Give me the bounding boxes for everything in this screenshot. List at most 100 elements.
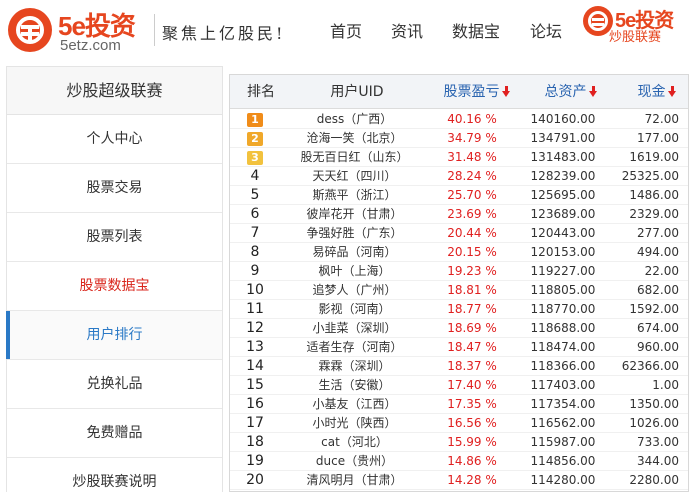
profit-cell: 18.81 % — [447, 283, 497, 297]
user-uid-cell[interactable]: duce（贵州） — [282, 452, 427, 471]
col-uid: 用户UID — [330, 84, 384, 100]
user-uid-cell[interactable]: 股无百日红（山东） — [282, 148, 427, 167]
nav-data[interactable]: 数据宝 — [452, 18, 500, 42]
sidebar-item-user-ranking[interactable]: 用户排行 — [6, 311, 222, 360]
user-uid-cell[interactable]: 小基友（江西） — [282, 395, 427, 414]
table-row: 2 沧海一笑（北京） 34.79 % 134791.00 177.00 — [230, 129, 688, 148]
table-body: 1 dess（广西） 40.16 % 140160.00 72.00 2 沧海一笑（北京） 3… — [230, 110, 688, 490]
sidebar-item-redeem-gifts[interactable]: 兑换礼品 — [7, 360, 222, 409]
assets-cell: 118474.00 — [530, 340, 596, 354]
table-row: 11 影视（河南） 18.77 % 118770.00 1592.00 — [230, 300, 688, 319]
sidebar-item-personal-center[interactable]: 个人中心 — [7, 115, 222, 164]
user-uid-cell[interactable]: 追梦人（广州） — [282, 281, 427, 300]
rank-medal-icon: 2 — [247, 132, 263, 146]
cash-cell: 25325.00 — [621, 169, 679, 183]
col-cash[interactable]: 现金 — [624, 75, 688, 109]
nav-forum[interactable]: 论坛 — [530, 18, 562, 42]
col-cash-label: 现金 — [637, 84, 666, 100]
profit-cell: 18.37 % — [447, 359, 497, 373]
site-logo[interactable]: 5e投资 5etz.com — [8, 6, 158, 56]
cash-cell: 674.00 — [637, 321, 679, 335]
cash-cell: 1486.00 — [629, 188, 679, 202]
profit-cell: 20.15 % — [447, 245, 497, 259]
table-row: 20 清风明月（甘肃） 14.28 % 114280.00 2280.00 — [230, 471, 688, 490]
col-assets-label: 总资产 — [544, 84, 587, 100]
assets-cell: 125695.00 — [530, 188, 596, 202]
cash-cell: 22.00 — [644, 264, 679, 278]
rank-cell: 19 — [246, 453, 264, 469]
cash-cell: 1350.00 — [629, 397, 679, 411]
logo-mark-icon — [8, 8, 52, 52]
user-uid-cell[interactable]: 彼岸花开（甘肃） — [282, 205, 427, 224]
profit-cell: 17.40 % — [447, 378, 497, 392]
table-row: 10 追梦人（广州） 18.81 % 118805.00 682.00 — [230, 281, 688, 300]
user-uid-cell[interactable]: 小时光（陕西） — [282, 414, 427, 433]
ranking-table: 排名 用户UID 股票盈亏 总资产 现金 1 dess（广西） 40.16 % 140… — [229, 74, 689, 492]
table-row: 1 dess（广西） 40.16 % 140160.00 72.00 — [230, 110, 688, 129]
assets-cell: 117354.00 — [530, 397, 596, 411]
user-uid-cell[interactable]: 枫叶（上海） — [282, 262, 427, 281]
sidebar-item-league-rules[interactable]: 炒股联赛说明 — [7, 458, 222, 492]
user-uid-cell[interactable]: dess（广西） — [282, 110, 427, 129]
rank-cell: 18 — [246, 434, 264, 450]
user-uid-cell[interactable]: 小韭菜（深圳） — [282, 319, 427, 338]
user-uid-cell[interactable]: 天天红（四川） — [282, 167, 427, 186]
nav-home[interactable]: 首页 — [330, 18, 362, 42]
table-row: 4 天天红（四川） 28.24 % 128239.00 25325.00 — [230, 167, 688, 186]
sidebar-item-stock-data[interactable]: 股票数据宝 — [7, 262, 222, 311]
profit-cell: 28.24 % — [447, 169, 497, 183]
rank-medal-icon: 3 — [247, 151, 263, 165]
profit-cell: 23.69 % — [447, 207, 497, 221]
table-row: 13 适者生存（河南） 18.47 % 118474.00 960.00 — [230, 338, 688, 357]
table-row: 5 斯燕平（浙江） 25.70 % 125695.00 1486.00 — [230, 186, 688, 205]
cash-cell: 1619.00 — [629, 150, 679, 164]
user-uid-cell[interactable]: 清风明月（甘肃） — [282, 471, 427, 490]
cash-cell: 682.00 — [637, 283, 679, 297]
profit-cell: 17.35 % — [447, 397, 497, 411]
sidebar-item-free-gifts[interactable]: 免费赠品 — [7, 409, 222, 458]
nav-news[interactable]: 资讯 — [391, 18, 423, 42]
assets-cell: 118366.00 — [530, 359, 596, 373]
rank-cell: 7 — [250, 225, 260, 241]
assets-cell: 118805.00 — [530, 283, 596, 297]
cash-cell: 277.00 — [637, 226, 679, 240]
league-logo[interactable]: 5e投资 炒股联赛 — [583, 6, 689, 52]
cash-cell: 72.00 — [644, 112, 679, 126]
assets-cell: 117403.00 — [530, 378, 596, 392]
profit-cell: 19.23 % — [447, 264, 497, 278]
profit-cell: 14.28 % — [447, 473, 497, 487]
user-uid-cell[interactable]: 影视（河南） — [282, 300, 427, 319]
sidebar-item-stock-trading[interactable]: 股票交易 — [7, 164, 222, 213]
user-uid-cell[interactable]: 斯燕平（浙江） — [282, 186, 427, 205]
sidebar-item-stock-list[interactable]: 股票列表 — [7, 213, 222, 262]
rank-cell: 12 — [246, 320, 264, 336]
profit-cell: 34.79 % — [447, 131, 497, 145]
col-assets[interactable]: 总资产 — [530, 75, 612, 109]
cash-cell: 2280.00 — [629, 473, 679, 487]
profit-cell: 16.56 % — [447, 416, 497, 430]
user-uid-cell[interactable]: cat（河北） — [282, 433, 427, 452]
rank-cell: 5 — [250, 187, 260, 203]
col-rank: 排名 — [247, 84, 275, 100]
logo-domain: 5etz.com — [60, 37, 121, 54]
user-uid-cell[interactable]: 生活（安徽） — [282, 376, 427, 395]
rank-cell: 1 — [230, 110, 280, 129]
assets-cell: 116562.00 — [530, 416, 596, 430]
user-uid-cell[interactable]: 争强好胜（广东） — [282, 224, 427, 243]
assets-cell: 131483.00 — [530, 150, 596, 164]
cash-cell: 1026.00 — [629, 416, 679, 430]
user-uid-cell[interactable]: 适者生存（河南） — [282, 338, 427, 357]
table-row: 7 争强好胜（广东） 20.44 % 120443.00 277.00 — [230, 224, 688, 243]
rank-cell: 8 — [250, 244, 260, 260]
col-profit[interactable]: 股票盈亏 — [427, 75, 527, 109]
arrow-down-icon — [667, 86, 677, 97]
user-uid-cell[interactable]: 易碎品（河南） — [282, 243, 427, 262]
profit-cell: 18.47 % — [447, 340, 497, 354]
user-uid-cell[interactable]: 霖霖（深圳） — [282, 357, 427, 376]
user-uid-cell[interactable]: 沧海一笑（北京） — [282, 129, 427, 148]
assets-cell: 128239.00 — [530, 169, 596, 183]
rank-cell: 14 — [246, 358, 264, 374]
header-divider — [154, 14, 155, 46]
rank-cell: 6 — [250, 206, 260, 222]
rank-cell: 13 — [246, 339, 264, 355]
